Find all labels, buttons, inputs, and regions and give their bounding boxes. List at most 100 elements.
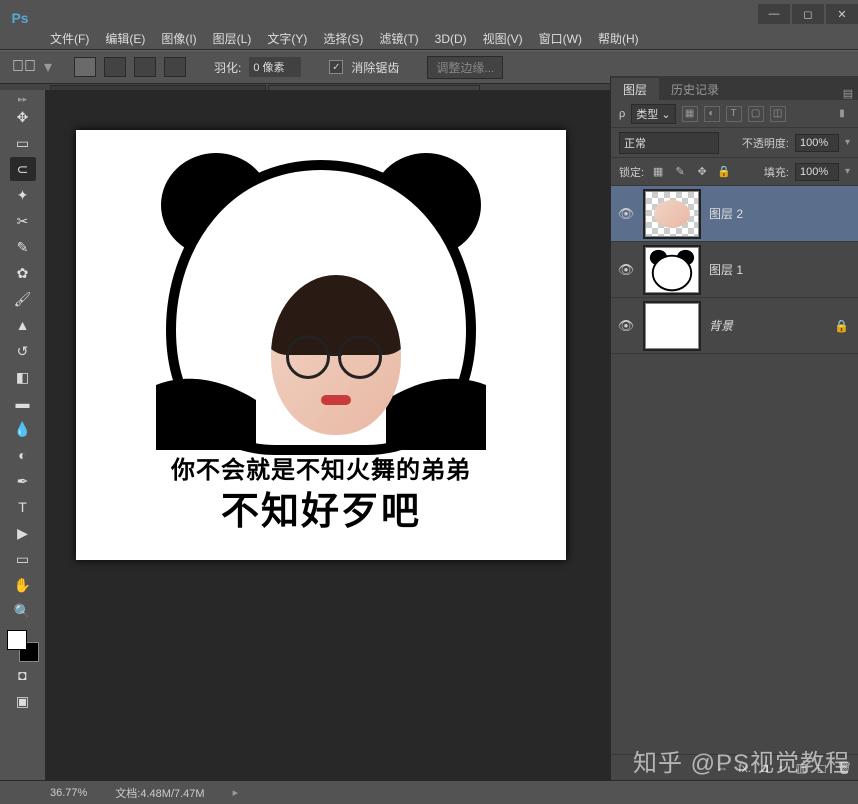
- screen-mode-tool[interactable]: ▣: [10, 689, 36, 713]
- feather-label: 羽化:: [214, 59, 241, 76]
- layer-group-icon[interactable]: ▥: [795, 761, 806, 775]
- menu-3d[interactable]: 3D(D): [427, 32, 475, 46]
- foreground-color-swatch[interactable]: [7, 630, 27, 650]
- marquee-tool[interactable]: ▭: [10, 131, 36, 155]
- visibility-toggle-icon[interactable]: 👁: [617, 318, 635, 334]
- layer-name[interactable]: 图层 2: [709, 205, 852, 222]
- menu-file[interactable]: 文件(F): [42, 30, 97, 47]
- menu-view[interactable]: 视图(V): [475, 30, 531, 47]
- filter-type-icon[interactable]: T: [726, 106, 742, 122]
- pen-tool[interactable]: ✒: [10, 469, 36, 493]
- color-swatches[interactable]: [7, 630, 39, 662]
- layer-row[interactable]: 👁 图层 1: [611, 242, 858, 298]
- layer-row[interactable]: 👁 图层 2: [611, 186, 858, 242]
- menu-window[interactable]: 窗口(W): [531, 30, 590, 47]
- zoom-level[interactable]: 36.77%: [50, 787, 87, 799]
- menu-filter[interactable]: 滤镜(T): [371, 30, 426, 47]
- lasso-tool-icon: ⊂⃝: [12, 58, 36, 76]
- antialias-checkbox[interactable]: ✓: [329, 60, 343, 74]
- panel-tab-history[interactable]: 历史记录: [659, 78, 731, 100]
- clone-stamp-tool[interactable]: ▲: [10, 313, 36, 337]
- menu-type[interactable]: 文字(Y): [259, 30, 315, 47]
- menu-image[interactable]: 图像(I): [153, 30, 204, 47]
- selection-add-icon[interactable]: [104, 57, 126, 77]
- layer-thumbnail[interactable]: [645, 247, 699, 293]
- eraser-tool[interactable]: ◧: [10, 365, 36, 389]
- document-size[interactable]: 文档:4.48M/7.47M: [115, 785, 204, 801]
- opacity-input[interactable]: 100%: [795, 134, 839, 152]
- selection-new-icon[interactable]: [74, 57, 96, 77]
- quick-mask-tool[interactable]: ◘: [10, 663, 36, 687]
- dodge-tool[interactable]: ◐: [10, 443, 36, 467]
- blur-tool[interactable]: 💧: [10, 417, 36, 441]
- layer-thumbnail[interactable]: [645, 191, 699, 237]
- lock-all-icon[interactable]: 🔒: [716, 164, 732, 180]
- app-logo: Ps: [0, 4, 40, 32]
- panel-tab-layers[interactable]: 图层: [611, 78, 659, 100]
- canvas-stage[interactable]: 你不会就是不知火舞的弟弟 不知好歹吧: [46, 90, 610, 780]
- filter-toggle-icon[interactable]: ▮: [834, 106, 850, 122]
- menu-layer[interactable]: 图层(L): [205, 30, 260, 47]
- lasso-tool[interactable]: ⊂: [10, 157, 36, 181]
- link-layers-icon[interactable]: ⇔: [716, 761, 728, 775]
- layer-name[interactable]: 图层 1: [709, 261, 852, 278]
- refine-edge-button[interactable]: 调整边缘...: [427, 56, 503, 79]
- close-button[interactable]: ✕: [826, 4, 858, 24]
- visibility-toggle-icon[interactable]: 👁: [617, 262, 635, 278]
- filter-kind-select[interactable]: 类型 ⌄: [631, 104, 675, 124]
- lock-pixels-icon[interactable]: ✎: [672, 164, 688, 180]
- magic-wand-tool[interactable]: ✦: [10, 183, 36, 207]
- filter-shape-icon[interactable]: ▢: [748, 106, 764, 122]
- document-canvas[interactable]: 你不会就是不知火舞的弟弟 不知好歹吧: [76, 130, 566, 560]
- panel-menu-icon[interactable]: ▤: [838, 87, 858, 100]
- visibility-toggle-icon[interactable]: 👁: [617, 206, 635, 222]
- layer-mask-icon[interactable]: ◘: [761, 761, 768, 775]
- move-tool[interactable]: ✥: [10, 105, 36, 129]
- menubar: Ps 文件(F) 编辑(E) 图像(I) 图层(L) 文字(Y) 选择(S) 滤…: [0, 28, 858, 50]
- eyedropper-tool[interactable]: ✎: [10, 235, 36, 259]
- selection-intersect-icon[interactable]: [164, 57, 186, 77]
- zoom-tool[interactable]: 🔍: [10, 599, 36, 623]
- layer-row[interactable]: 👁 背景 🔒: [611, 298, 858, 354]
- type-tool[interactable]: T: [10, 495, 36, 519]
- path-selection-tool[interactable]: ▶: [10, 521, 36, 545]
- adjustment-layer-icon[interactable]: ◐: [778, 761, 785, 775]
- minimize-button[interactable]: —: [758, 4, 790, 24]
- history-brush-tool[interactable]: ↺: [10, 339, 36, 363]
- face-photo: [271, 275, 401, 435]
- menu-edit[interactable]: 编辑(E): [97, 30, 153, 47]
- hand-tool[interactable]: ✋: [10, 573, 36, 597]
- shape-tool[interactable]: ▭: [10, 547, 36, 571]
- toolbar-collapse-icon[interactable]: ▸▸: [0, 94, 45, 104]
- new-layer-icon[interactable]: ◻: [817, 761, 827, 775]
- antialias-label: 消除锯齿: [351, 59, 399, 76]
- menu-select[interactable]: 选择(S): [315, 30, 371, 47]
- feather-input[interactable]: 0 像素: [249, 57, 301, 77]
- filter-smart-icon[interactable]: ◫: [770, 106, 786, 122]
- panels-area: 图层 历史记录 ▤ ρ 类型 ⌄ ▦ ◐ T ▢ ◫ ▮ 正常 不透明度: 10…: [610, 76, 858, 780]
- delete-layer-icon[interactable]: 🗑: [837, 761, 852, 775]
- brush-tool[interactable]: 🖌: [10, 287, 36, 311]
- healing-brush-tool[interactable]: ✿: [10, 261, 36, 285]
- layer-panel-footer: ⇔ fx. ◘ ◐ ▥ ◻ 🗑: [611, 754, 858, 780]
- fill-label: 填充:: [764, 164, 789, 180]
- lock-indicator-icon: 🔒: [834, 319, 852, 333]
- restore-button[interactable]: ◻: [792, 4, 824, 24]
- tools-toolbar: ▸▸ ✥ ▭ ⊂ ✦ ✂ ✎ ✿ 🖌 ▲ ↺ ◧ ▬ 💧 ◐ ✒ T ▶ ▭ ✋…: [0, 90, 46, 780]
- filter-adjust-icon[interactable]: ◐: [704, 106, 720, 122]
- gradient-tool[interactable]: ▬: [10, 391, 36, 415]
- lock-transparency-icon[interactable]: ▦: [650, 164, 666, 180]
- blend-mode-select[interactable]: 正常: [619, 132, 719, 154]
- menu-help[interactable]: 帮助(H): [590, 30, 647, 47]
- layer-list: 👁 图层 2 👁 图层 1 👁 背景 🔒: [611, 186, 858, 354]
- layer-name[interactable]: 背景: [709, 317, 824, 334]
- selection-subtract-icon[interactable]: [134, 57, 156, 77]
- lock-position-icon[interactable]: ✥: [694, 164, 710, 180]
- layer-thumbnail[interactable]: [645, 303, 699, 349]
- filter-pixel-icon[interactable]: ▦: [682, 106, 698, 122]
- layer-fx-icon[interactable]: fx.: [738, 761, 751, 775]
- fill-input[interactable]: 100%: [795, 163, 839, 181]
- filter-label: ρ: [619, 108, 625, 120]
- caption-line-2: 不知好歹吧: [76, 480, 566, 535]
- crop-tool[interactable]: ✂: [10, 209, 36, 233]
